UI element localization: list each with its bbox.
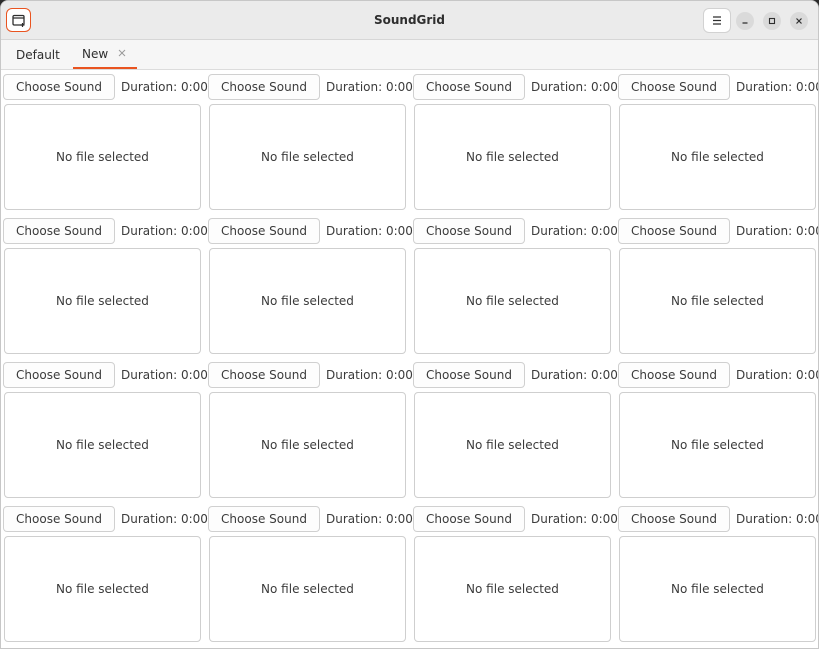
file-display: No file selected: [209, 392, 406, 498]
choose-sound-button[interactable]: Choose Sound: [618, 74, 730, 100]
duration-label: Duration: 0:00: [531, 224, 618, 238]
file-display: No file selected: [414, 104, 611, 210]
choose-sound-button[interactable]: Choose Sound: [208, 218, 320, 244]
file-status-text: No file selected: [671, 294, 764, 308]
choose-sound-button[interactable]: Choose Sound: [413, 218, 525, 244]
duration-label: Duration: 0:00: [736, 80, 819, 94]
minimize-icon: [742, 22, 748, 24]
duration-label: Duration: 0:00: [121, 224, 208, 238]
file-display: No file selected: [619, 536, 816, 642]
file-status-text: No file selected: [466, 294, 559, 308]
file-display: No file selected: [4, 536, 201, 642]
file-status-text: No file selected: [261, 582, 354, 596]
file-display: No file selected: [209, 104, 406, 210]
file-status-text: No file selected: [466, 150, 559, 164]
window-title: SoundGrid: [373, 13, 446, 27]
duration-label: Duration: 0:00: [531, 368, 618, 382]
sound-cell: Choose Sound Duration: 0:00 No file select…: [616, 502, 819, 646]
duration-label: Duration: 0:00: [531, 80, 618, 94]
choose-sound-button[interactable]: Choose Sound: [208, 362, 320, 388]
file-status-text: No file selected: [671, 150, 764, 164]
sound-cell: Choose Sound Duration: 0:00 No file select…: [206, 214, 413, 358]
duration-label: Duration: 0:00: [326, 80, 413, 94]
tab-close-icon[interactable]: [117, 48, 127, 58]
choose-sound-button[interactable]: Choose Sound: [3, 74, 115, 100]
duration-label: Duration: 0:00: [121, 80, 208, 94]
file-status-text: No file selected: [671, 438, 764, 452]
duration-label: Duration: 0:00: [326, 512, 413, 526]
sound-cell: Choose Sound Duration: 0:00 No file select…: [206, 502, 413, 646]
sound-cell: Choose Sound Duration: 0:00 No file select…: [616, 214, 819, 358]
file-status-text: No file selected: [466, 582, 559, 596]
duration-label: Duration: 0:00: [736, 512, 819, 526]
file-display: No file selected: [209, 536, 406, 642]
file-display: No file selected: [619, 104, 816, 210]
duration-label: Duration: 0:00: [736, 224, 819, 238]
sound-cell: Choose Sound Duration: 0:00 No file select…: [1, 502, 208, 646]
choose-sound-button[interactable]: Choose Sound: [413, 74, 525, 100]
file-display: No file selected: [209, 248, 406, 354]
sound-cell: Choose Sound Duration: 0:00 No file select…: [411, 214, 618, 358]
sound-cell: Choose Sound Duration: 0:00 No file select…: [206, 70, 413, 214]
duration-label: Duration: 0:00: [326, 368, 413, 382]
choose-sound-button[interactable]: Choose Sound: [208, 506, 320, 532]
sound-cell: Choose Sound Duration: 0:00 No file select…: [1, 214, 208, 358]
file-display: No file selected: [4, 104, 201, 210]
tab-bar: Default New: [1, 40, 818, 70]
file-display: No file selected: [414, 248, 611, 354]
main-menu-button[interactable]: [703, 8, 731, 33]
file-display: No file selected: [414, 536, 611, 642]
sound-cell: Choose Sound Duration: 0:00 No file select…: [616, 70, 819, 214]
file-status-text: No file selected: [466, 438, 559, 452]
duration-label: Duration: 0:00: [736, 368, 819, 382]
duration-label: Duration: 0:00: [121, 512, 208, 526]
headerbar: SoundGrid: [1, 1, 818, 40]
sound-cell: Choose Sound Duration: 0:00 No file select…: [206, 358, 413, 502]
file-display: No file selected: [4, 392, 201, 498]
choose-sound-button[interactable]: Choose Sound: [618, 506, 730, 532]
file-status-text: No file selected: [671, 582, 764, 596]
sound-cell: Choose Sound Duration: 0:00 No file select…: [411, 70, 618, 214]
sound-cell: Choose Sound Duration: 0:00 No file select…: [1, 358, 208, 502]
sound-cell: Choose Sound Duration: 0:00 No file select…: [616, 358, 819, 502]
file-display: No file selected: [4, 248, 201, 354]
file-display: No file selected: [619, 248, 816, 354]
choose-sound-button[interactable]: Choose Sound: [413, 362, 525, 388]
choose-sound-button[interactable]: Choose Sound: [3, 218, 115, 244]
file-status-text: No file selected: [261, 294, 354, 308]
file-status-text: No file selected: [56, 150, 149, 164]
tab-new[interactable]: New: [73, 40, 137, 69]
duration-label: Duration: 0:00: [326, 224, 413, 238]
duration-label: Duration: 0:00: [531, 512, 618, 526]
choose-sound-button[interactable]: Choose Sound: [3, 362, 115, 388]
tab-label: New: [82, 46, 109, 61]
file-status-text: No file selected: [56, 294, 149, 308]
file-status-text: No file selected: [56, 582, 149, 596]
close-icon: [796, 18, 802, 24]
file-status-text: No file selected: [261, 438, 354, 452]
close-button[interactable]: [790, 12, 808, 30]
hamburger-menu-icon: [713, 16, 721, 25]
sound-cell: Choose Sound Duration: 0:00 No file select…: [411, 502, 618, 646]
file-status-text: No file selected: [261, 150, 354, 164]
file-display: No file selected: [414, 392, 611, 498]
choose-sound-button[interactable]: Choose Sound: [618, 218, 730, 244]
choose-sound-button[interactable]: Choose Sound: [413, 506, 525, 532]
sound-cell: Choose Sound Duration: 0:00 No file select…: [1, 70, 208, 214]
file-status-text: No file selected: [56, 438, 149, 452]
file-display: No file selected: [619, 392, 816, 498]
minimize-button[interactable]: [736, 12, 754, 30]
choose-sound-button[interactable]: Choose Sound: [618, 362, 730, 388]
sound-cell: Choose Sound Duration: 0:00 No file select…: [411, 358, 618, 502]
duration-label: Duration: 0:00: [121, 368, 208, 382]
choose-sound-button[interactable]: Choose Sound: [208, 74, 320, 100]
maximize-icon: [768, 17, 776, 25]
maximize-button[interactable]: [763, 12, 781, 30]
tab-label: Default: [16, 47, 60, 62]
tab-default[interactable]: Default: [16, 40, 60, 69]
app-window: SoundGrid Default New Choose Sound Durat…: [0, 0, 819, 649]
choose-sound-button[interactable]: Choose Sound: [3, 506, 115, 532]
